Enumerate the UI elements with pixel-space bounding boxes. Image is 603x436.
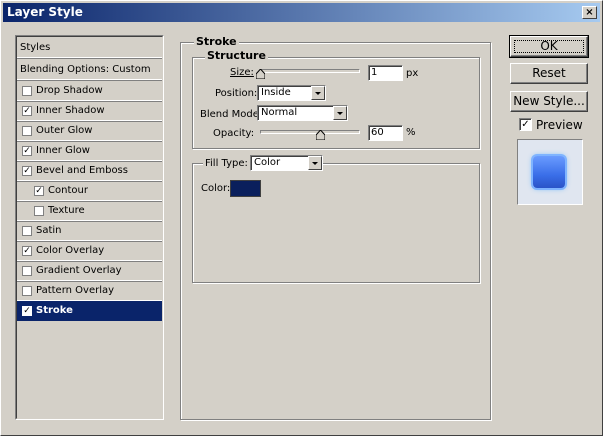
style-item-label: Gradient Overlay — [36, 265, 122, 276]
style-item-label: Satin — [36, 225, 62, 236]
style-item-satin[interactable]: Satin — [17, 221, 162, 241]
style-item-inner-shadow[interactable]: ✓ Inner Shadow — [17, 101, 162, 121]
preview-label: Preview — [536, 118, 583, 132]
blend-mode-label: Blend Mode: — [200, 109, 263, 120]
fill-type-label: Fill Type: — [203, 158, 250, 169]
style-item-label: Stroke — [36, 305, 73, 316]
new-style-label: New Style... — [513, 94, 585, 108]
fill-type-value: Color — [254, 157, 281, 168]
size-slider-thumb[interactable] — [256, 69, 265, 79]
close-icon[interactable]: × — [582, 6, 597, 19]
size-label-text: Size: — [230, 67, 254, 78]
position-select[interactable]: Inside — [257, 85, 326, 101]
chevron-down-icon[interactable] — [308, 156, 322, 170]
size-label: Size: — [230, 67, 254, 78]
opacity-slider-track[interactable] — [260, 130, 360, 134]
style-item-label: Inner Glow — [36, 145, 90, 156]
style-item-pattern-overlay[interactable]: Pattern Overlay — [17, 281, 162, 301]
blend-mode-value: Normal — [261, 107, 298, 118]
style-checkbox[interactable] — [22, 126, 32, 136]
size-slider-track[interactable] — [260, 69, 360, 73]
opacity-unit: % — [406, 127, 416, 138]
chevron-down-icon[interactable] — [311, 86, 325, 100]
reset-button[interactable]: Reset — [510, 63, 588, 84]
style-item-label: Inner Shadow — [36, 105, 105, 116]
style-item-label: Pattern Overlay — [36, 285, 115, 296]
style-checkbox[interactable] — [22, 86, 32, 96]
style-item-label: Contour — [48, 185, 88, 196]
style-item-color-overlay[interactable]: ✓ Color Overlay — [17, 241, 162, 261]
style-checkbox[interactable]: ✓ — [22, 106, 32, 116]
style-item-texture[interactable]: Texture — [17, 201, 162, 221]
stroke-title: Stroke — [194, 35, 239, 48]
new-style-button[interactable]: New Style... — [510, 91, 588, 112]
reset-label: Reset — [532, 66, 566, 80]
style-checkbox[interactable] — [34, 206, 44, 216]
position-label: Position: — [215, 88, 258, 99]
style-item-stroke[interactable]: ✓ Stroke — [17, 301, 162, 321]
blend-mode-select[interactable]: Normal — [257, 105, 348, 121]
opacity-slider-thumb[interactable] — [316, 130, 325, 140]
preview-swatch-icon — [533, 156, 565, 188]
blending-options-item[interactable]: Blending Options: Custom — [17, 59, 162, 80]
style-checkbox[interactable]: ✓ — [22, 146, 32, 156]
style-checkbox[interactable]: ✓ — [34, 186, 44, 196]
styles-header[interactable]: Styles — [17, 37, 162, 58]
chevron-down-icon[interactable] — [333, 106, 347, 120]
stroke-color-swatch[interactable] — [230, 180, 261, 197]
color-label: Color: — [201, 183, 231, 194]
ok-button[interactable]: OK — [509, 35, 589, 58]
style-item-label: Outer Glow — [36, 125, 93, 136]
preview-checkbox[interactable]: ✓ — [519, 118, 532, 131]
title-bar: Layer Style × — [3, 3, 600, 22]
size-unit: px — [406, 68, 419, 79]
fill-type-select[interactable]: Color — [250, 155, 323, 171]
style-checkbox[interactable] — [22, 266, 32, 276]
opacity-label: Opacity: — [213, 128, 255, 139]
style-item-bevel-and-emboss[interactable]: ✓ Bevel and Emboss — [17, 161, 162, 181]
opacity-input[interactable]: 60 — [368, 125, 403, 141]
style-checkbox[interactable]: ✓ — [22, 246, 32, 256]
style-item-inner-glow[interactable]: ✓ Inner Glow — [17, 141, 162, 161]
layer-style-dialog: Layer Style × Styles Blending Options: C… — [0, 0, 603, 436]
style-checkbox[interactable]: ✓ — [22, 306, 32, 316]
window-title: Layer Style — [7, 5, 83, 19]
style-item-drop-shadow[interactable]: Drop Shadow — [17, 81, 162, 101]
style-preview — [517, 139, 583, 205]
position-value: Inside — [261, 87, 291, 98]
style-item-label: Drop Shadow — [36, 85, 103, 96]
style-checkbox[interactable] — [22, 226, 32, 236]
style-item-outer-glow[interactable]: Outer Glow — [17, 121, 162, 141]
style-item-label: Texture — [48, 205, 85, 216]
style-checkbox[interactable] — [22, 286, 32, 296]
style-item-gradient-overlay[interactable]: Gradient Overlay — [17, 261, 162, 281]
size-input[interactable]: 1 — [368, 65, 403, 81]
styles-list: Styles Blending Options: Custom Drop Sha… — [15, 35, 164, 420]
style-checkbox[interactable]: ✓ — [22, 166, 32, 176]
style-item-contour[interactable]: ✓ Contour — [17, 181, 162, 201]
style-item-label: Color Overlay — [36, 245, 105, 256]
style-item-label: Bevel and Emboss — [36, 165, 128, 176]
structure-title: Structure — [205, 49, 268, 62]
